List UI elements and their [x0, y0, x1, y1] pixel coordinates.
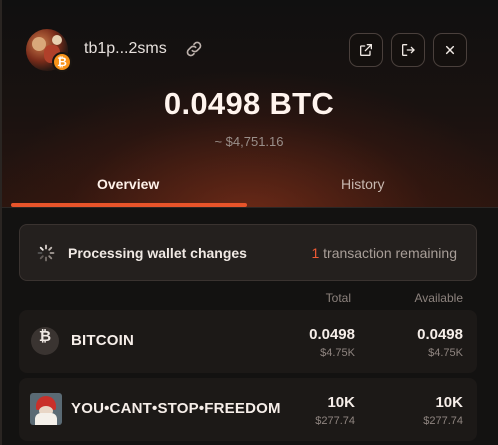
wallet-address[interactable]: tb1p...2sms: [84, 40, 167, 58]
asset-name: YOU•CANT•STOP•FREEDOM: [71, 400, 281, 417]
open-external-button[interactable]: [349, 33, 383, 67]
total-fiat: $4.75K: [320, 347, 355, 359]
asset-row-rune[interactable]: YOU•CANT•STOP•FREEDOM 10K $277.74 10K $2…: [19, 378, 477, 441]
tabs-divider: [0, 207, 498, 208]
btc-balance: 0.0498 BTC: [163, 86, 335, 121]
logout-button[interactable]: [391, 33, 425, 67]
asset-name: BITCOIN: [71, 332, 135, 349]
spinner-icon: [37, 244, 55, 262]
asset-row-bitcoin[interactable]: ₿ BITCOIN 0.0498 $4.75K 0.0498 $4.75K: [19, 310, 477, 373]
tab-history[interactable]: History: [341, 176, 385, 192]
bitcoin-badge-icon: ₿: [52, 52, 72, 72]
available-amount: 0.0498: [417, 326, 463, 343]
total-amount: 10K: [327, 394, 355, 411]
column-header-available: Available: [414, 291, 463, 305]
available-amount: 10K: [435, 394, 463, 411]
pending-suffix: transaction remaining: [319, 245, 457, 261]
fiat-balance: ~ $4,751.16: [214, 134, 284, 149]
close-button[interactable]: [433, 33, 467, 67]
open-external-icon: [360, 44, 372, 56]
bitcoin-icon: ₿: [31, 327, 59, 355]
available-fiat: $277.74: [423, 415, 463, 427]
pending-transactions: 1 transaction remaining: [311, 245, 457, 261]
total-fiat: $277.74: [315, 415, 355, 427]
rune-token-icon: [30, 393, 62, 425]
available-fiat: $4.75K: [428, 347, 463, 359]
processing-banner: Processing wallet changes 1 transaction …: [19, 224, 477, 281]
wallet-panel: ₿ tb1p...2sms 0.0498 BTC ~ $4,751.16 Ove…: [0, 0, 498, 445]
close-icon: [445, 45, 455, 55]
total-amount: 0.0498: [309, 326, 355, 343]
processing-label: Processing wallet changes: [68, 245, 247, 261]
tab-overview[interactable]: Overview: [97, 176, 159, 192]
column-header-total: Total: [325, 291, 351, 305]
logout-icon: [402, 44, 415, 56]
panel-edge: [0, 0, 2, 445]
copy-link-icon[interactable]: [184, 39, 204, 59]
